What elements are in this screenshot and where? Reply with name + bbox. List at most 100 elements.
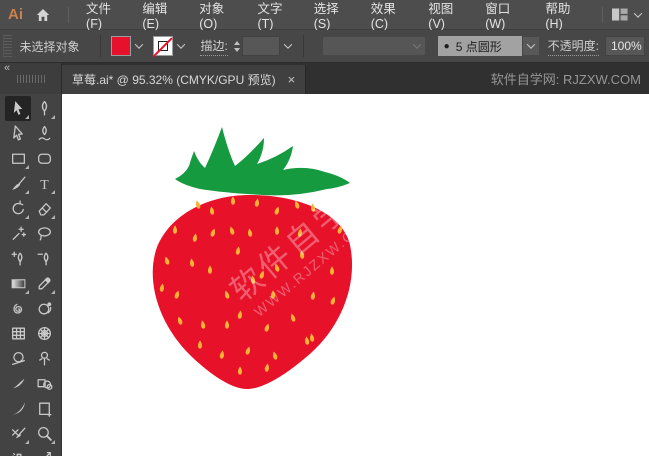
divider — [303, 35, 305, 57]
tool-flyout-icon — [25, 165, 29, 169]
paintbrush-tool-icon — [11, 176, 26, 190]
toolbar-header: « — [0, 62, 62, 94]
twirl-tool-icon — [12, 303, 22, 314]
brush-definition-chevron[interactable] — [521, 36, 540, 56]
blend-tool-icon — [36, 379, 52, 390]
stepper-down-icon[interactable] — [233, 47, 240, 52]
shaper-tool[interactable] — [5, 346, 31, 371]
menu-item[interactable]: 编辑(E) — [133, 0, 190, 31]
menu-bar: Ai 文件(F) 编辑(E) 对象(O) 文字(T) 选择(S) 效果(C) 视图(V) 窗口… — [0, 0, 649, 31]
tool-flyout-icon — [51, 215, 55, 219]
menubar-separator — [602, 6, 603, 23]
symbol-sprayer-tool[interactable] — [5, 446, 31, 456]
brush-definition-dropdown[interactable]: ● 5 点圆形 — [437, 36, 540, 56]
artboard-tool[interactable] — [31, 396, 57, 421]
type-tool[interactable]: T — [31, 171, 57, 196]
knife-tool[interactable] — [5, 396, 31, 421]
add-anchor-point-tool[interactable] — [5, 246, 31, 271]
menu-item[interactable]: 帮助(H) — [536, 0, 594, 31]
home-icon[interactable] — [33, 5, 52, 25]
toolbar-grip-icon[interactable] — [17, 75, 45, 83]
tool-flyout-icon — [51, 115, 55, 119]
strawberry-leaves — [175, 127, 350, 196]
menu-item[interactable]: 选择(S) — [305, 0, 362, 31]
tool-flyout-icon — [25, 290, 29, 294]
selection-tool[interactable] — [5, 96, 31, 121]
menu-item[interactable]: 视图(V) — [419, 0, 476, 31]
shaper-tool-icon — [11, 352, 25, 365]
app-logo: Ai — [8, 6, 23, 23]
panel-grip-icon[interactable] — [3, 35, 12, 57]
collapse-panel-icon[interactable]: « — [4, 62, 10, 74]
artboard-tool-icon — [38, 402, 52, 417]
path-eraser-tool[interactable] — [5, 421, 31, 446]
stroke-color-swatch[interactable] — [153, 36, 174, 56]
artboard-canvas[interactable]: 软件自学 WWW.RJZXW.COM — [62, 94, 649, 456]
stroke-panel-link[interactable]: 描边: — [200, 37, 228, 56]
rounded-rectangle-tool[interactable] — [31, 146, 57, 171]
width-tool-icon — [12, 378, 24, 389]
polar-grid-tool[interactable] — [31, 321, 57, 346]
pen-tool-icon — [41, 100, 47, 116]
stroke-weight-stepper[interactable] — [233, 40, 240, 52]
variable-width-profile-dropdown[interactable] — [322, 36, 426, 56]
menubar-separator — [68, 6, 70, 23]
stroke-weight-input[interactable] — [241, 36, 281, 56]
tool-flyout-icon — [25, 440, 29, 444]
delete-anchor-point-tool[interactable] — [31, 246, 57, 271]
document-tab[interactable]: 草莓.ai* @ 95.32% (CMYK/GPU 预览) × — [62, 65, 307, 94]
curvature-tool[interactable] — [31, 121, 57, 146]
menu-item[interactable]: 文字(T) — [248, 0, 304, 31]
stroke-weight-dropdown[interactable] — [280, 36, 295, 56]
document-tab-title: 草莓.ai* @ 95.32% (CMYK/GPU 预览) — [72, 73, 276, 87]
menu-item[interactable]: 效果(C) — [362, 0, 420, 31]
gradient-tool[interactable] — [5, 271, 31, 296]
lasso-tool-icon — [37, 227, 51, 241]
width-tool[interactable] — [5, 371, 31, 396]
menu-item[interactable]: 对象(O) — [190, 0, 248, 31]
fill-color-dropdown[interactable] — [131, 36, 147, 56]
opacity-panel-link[interactable]: 不透明度: — [547, 37, 599, 56]
twirl-tool[interactable] — [5, 296, 31, 321]
paintbrush-tool[interactable] — [5, 171, 31, 196]
eraser-tool-icon — [38, 203, 51, 216]
tab-strip: « 草莓.ai* @ 95.32% (CMYK/GPU 预览) × 软件自学网:… — [0, 62, 649, 94]
strawberry-artwork[interactable]: 软件自学 WWW.RJZXW.COM — [145, 123, 365, 395]
zoom-tool[interactable] — [31, 421, 57, 446]
chevron-down-icon — [526, 40, 535, 49]
curvature-tool-icon — [38, 125, 50, 141]
puppet-warp-tool-icon — [38, 351, 50, 366]
opacity-input[interactable]: 100% — [605, 36, 645, 56]
eyedropper-tool[interactable] — [31, 271, 57, 296]
free-transform-tool[interactable] — [31, 446, 57, 456]
magic-wand-tool[interactable] — [5, 221, 31, 246]
rectangular-grid-tool-icon — [11, 327, 25, 340]
close-tab-icon[interactable]: × — [288, 73, 296, 86]
menu-item[interactable]: 文件(F) — [77, 0, 133, 31]
lasso-tool[interactable] — [31, 221, 57, 246]
no-selection-label: 未选择对象 — [19, 39, 80, 54]
stepper-up-icon[interactable] — [233, 40, 240, 45]
shape-builder-tool[interactable] — [31, 296, 57, 321]
tools-grid: T — [5, 96, 61, 456]
direct-selection-tool[interactable] — [5, 121, 31, 146]
menu-items: 文件(F) 编辑(E) 对象(O) 文字(T) 选择(S) 效果(C) 视图(V) 窗口(W)… — [77, 0, 594, 31]
eraser-tool[interactable] — [31, 196, 57, 221]
rotate-tool[interactable] — [5, 196, 31, 221]
tool-flyout-icon — [25, 190, 29, 194]
blend-tool[interactable] — [31, 371, 57, 396]
fill-color-swatch[interactable] — [111, 36, 132, 56]
chevron-down-icon — [633, 8, 643, 18]
stroke-color-dropdown[interactable] — [173, 36, 189, 56]
rectangle-tool[interactable] — [5, 146, 31, 171]
chevron-down-icon — [283, 40, 292, 49]
puppet-warp-tool[interactable] — [31, 346, 57, 371]
rectangular-grid-tool[interactable] — [5, 321, 31, 346]
workspace-switcher-icon[interactable] — [611, 7, 643, 22]
pen-tool[interactable] — [31, 96, 57, 121]
magic-wand-tool-icon — [12, 226, 26, 240]
gradient-tool-icon — [11, 279, 25, 289]
chevron-down-icon — [412, 40, 421, 49]
zoom-tool-icon — [37, 427, 52, 441]
menu-item[interactable]: 窗口(W) — [476, 0, 536, 31]
